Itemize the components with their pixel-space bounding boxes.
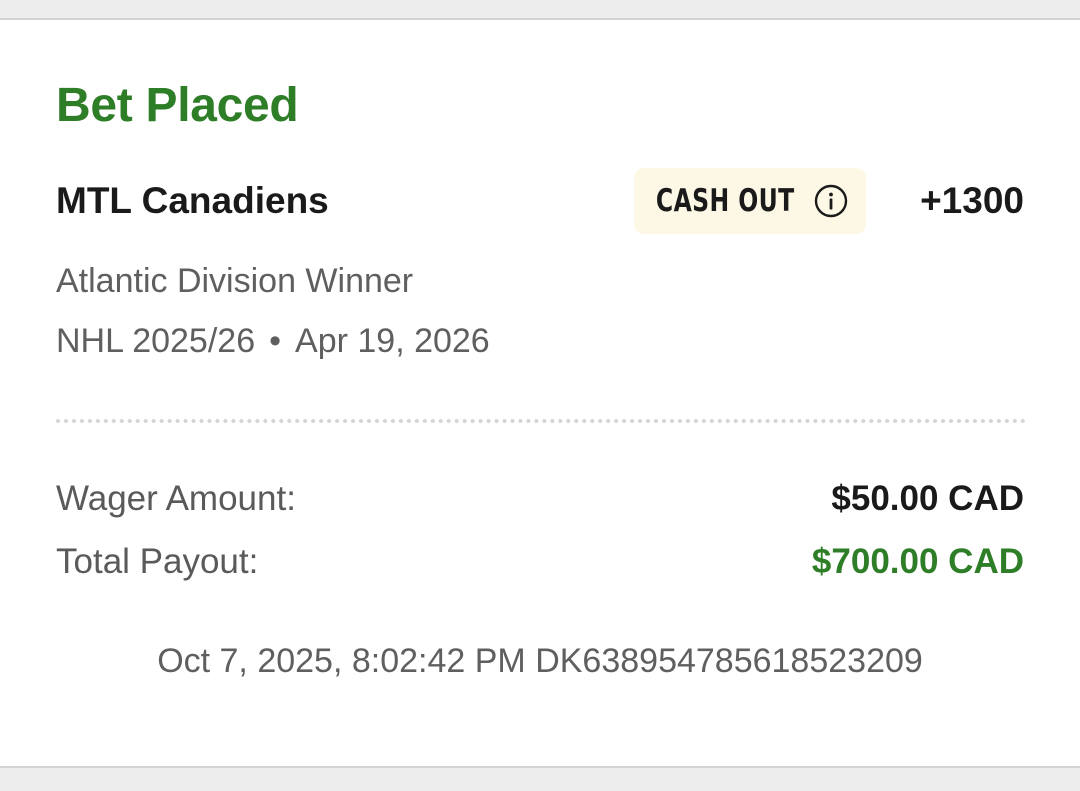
bet-status-title: Bet Placed	[56, 79, 299, 132]
event-date: Apr 19, 2026	[295, 322, 490, 360]
cash-out-label: CASH OUT	[655, 183, 795, 219]
wager-amount-label: Wager Amount:	[56, 479, 296, 518]
event-info: NHL 2025/26 • Apr 19, 2026	[56, 324, 490, 358]
market-name: Atlantic Division Winner	[56, 262, 414, 300]
info-circle-icon[interactable]	[814, 184, 848, 218]
placed-timestamp: Oct 7, 2025, 8:02:42 PM	[157, 642, 526, 680]
selection-name: MTL Canadiens	[56, 180, 329, 221]
odds-value: +1300	[920, 180, 1024, 221]
bet-id: DK638954785618523209	[535, 642, 923, 680]
league-name: NHL 2025/26	[56, 322, 256, 360]
separator-dot: •	[269, 322, 282, 360]
wager-amount-value: $50.00 CAD	[831, 479, 1024, 518]
dotted-divider	[56, 419, 1026, 423]
bet-receipt-footer: Oct 7, 2025, 8:02:42 PM DK63895478561852…	[0, 644, 1080, 678]
total-payout-label: Total Payout:	[56, 542, 259, 581]
cash-out-button[interactable]: CASH OUT	[634, 168, 866, 234]
bet-card: Bet Placed MTL Canadiens CASH OUT +1300 …	[0, 18, 1080, 768]
total-payout-value: $700.00 CAD	[811, 542, 1024, 581]
